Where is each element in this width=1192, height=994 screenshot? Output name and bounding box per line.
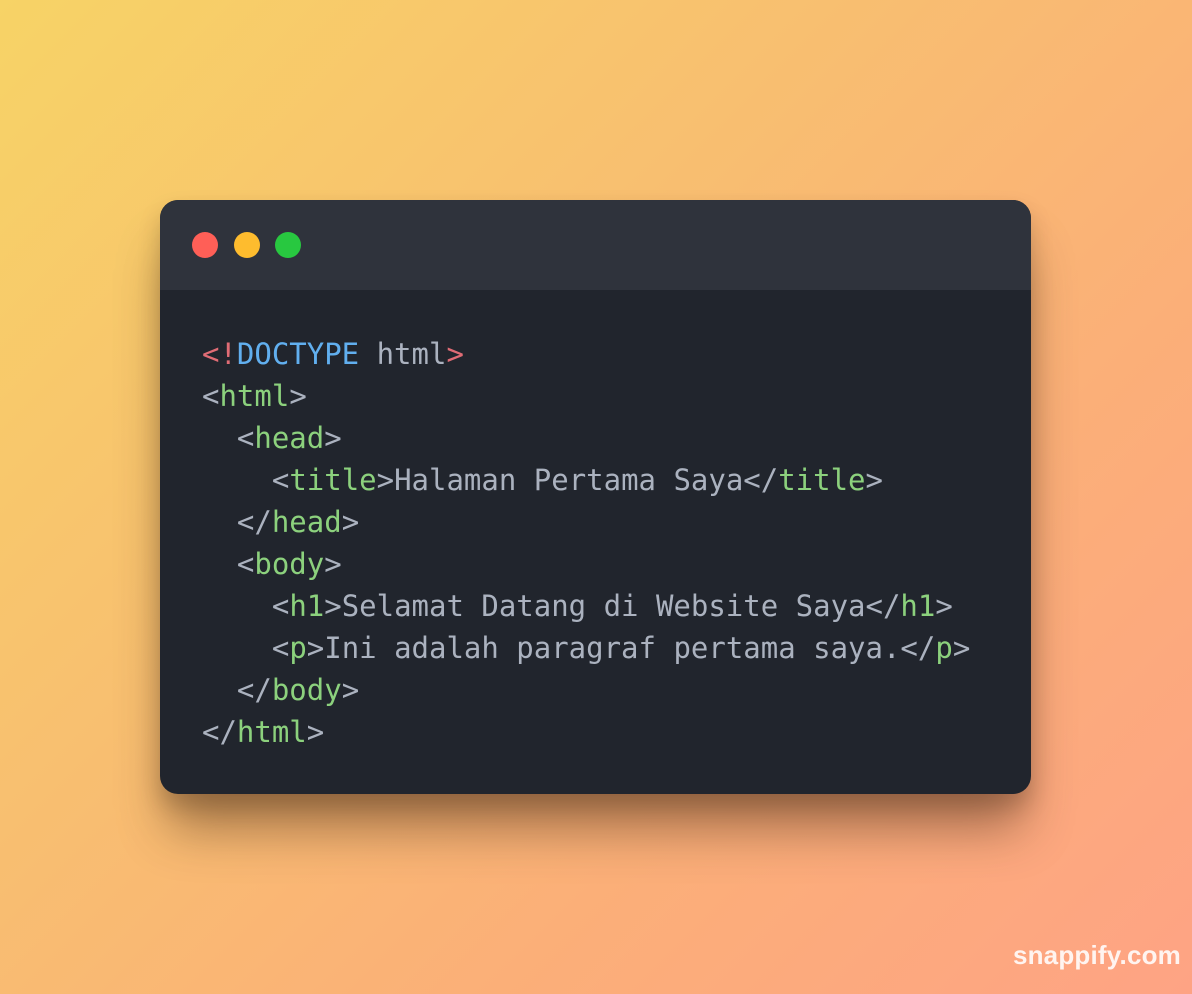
code-block: <!DOCTYPE html> <html> <head> <title>Hala… (202, 333, 970, 753)
code-token: < (202, 631, 290, 665)
maximize-dot-icon[interactable] (275, 232, 301, 258)
code-tag-name: h1 (289, 589, 325, 623)
code-token: > (952, 631, 971, 665)
window-titlebar (160, 200, 1031, 290)
code-token: Ini adalah paragraf pertama saya. (324, 631, 901, 665)
code-tag-name: p (935, 631, 953, 665)
code-line: </body> (202, 669, 970, 711)
code-window: <!DOCTYPE html> <html> <head> <title>Hala… (160, 200, 1031, 794)
code-tag-name: head (254, 421, 325, 455)
code-token: </ (900, 631, 936, 665)
code-token: > (341, 673, 360, 707)
minimize-dot-icon[interactable] (234, 232, 260, 258)
code-token: > (324, 547, 342, 581)
code-token: Halaman Pertama Saya (394, 463, 744, 497)
code-token: < (202, 463, 290, 497)
code-token: > (935, 589, 953, 623)
code-line: <h1>Selamat Datang di Website Saya</h1> (202, 585, 970, 627)
code-token: < (202, 547, 255, 581)
code-token: < (202, 589, 290, 623)
code-token: </ (202, 505, 272, 539)
code-token: Selamat Datang di Website Saya (341, 589, 866, 623)
code-tag-name: p (289, 631, 307, 665)
code-line: <title>Halaman Pertama Saya</title> (202, 459, 970, 501)
code-token: > (306, 715, 325, 749)
code-tag-name: body (254, 547, 325, 581)
code-token: < (202, 379, 220, 413)
code-token: > (376, 463, 395, 497)
code-token: < (202, 421, 255, 455)
code-token: </ (202, 715, 237, 749)
code-tag-name: html (236, 715, 307, 749)
code-token: </ (202, 673, 272, 707)
code-tag-name: head (271, 505, 342, 539)
code-token: html (359, 337, 447, 371)
code-token: > (865, 463, 883, 497)
code-token: DOCTYPE (236, 337, 360, 371)
code-tag-name: h1 (900, 589, 936, 623)
code-line: <html> (202, 375, 970, 417)
code-token: </ (865, 589, 901, 623)
code-line: <!DOCTYPE html> (202, 333, 970, 375)
close-dot-icon[interactable] (192, 232, 218, 258)
code-tag-name: html (219, 379, 290, 413)
code-line: </head> (202, 501, 970, 543)
code-line: <p>Ini adalah paragraf pertama saya.</p> (202, 627, 970, 669)
code-token: > (289, 379, 307, 413)
code-token: > (324, 421, 342, 455)
code-tag-name: title (778, 463, 866, 497)
code-token: > (446, 337, 464, 371)
code-token: > (306, 631, 325, 665)
code-token: <! (202, 337, 237, 371)
code-token: > (341, 505, 360, 539)
code-token: > (324, 589, 342, 623)
code-line: </html> (202, 711, 970, 753)
code-line: <body> (202, 543, 970, 585)
code-tag-name: title (289, 463, 377, 497)
code-tag-name: body (271, 673, 342, 707)
code-line: <head> (202, 417, 970, 459)
code-token: </ (743, 463, 779, 497)
snappify-watermark: snappify.com (1012, 940, 1181, 970)
